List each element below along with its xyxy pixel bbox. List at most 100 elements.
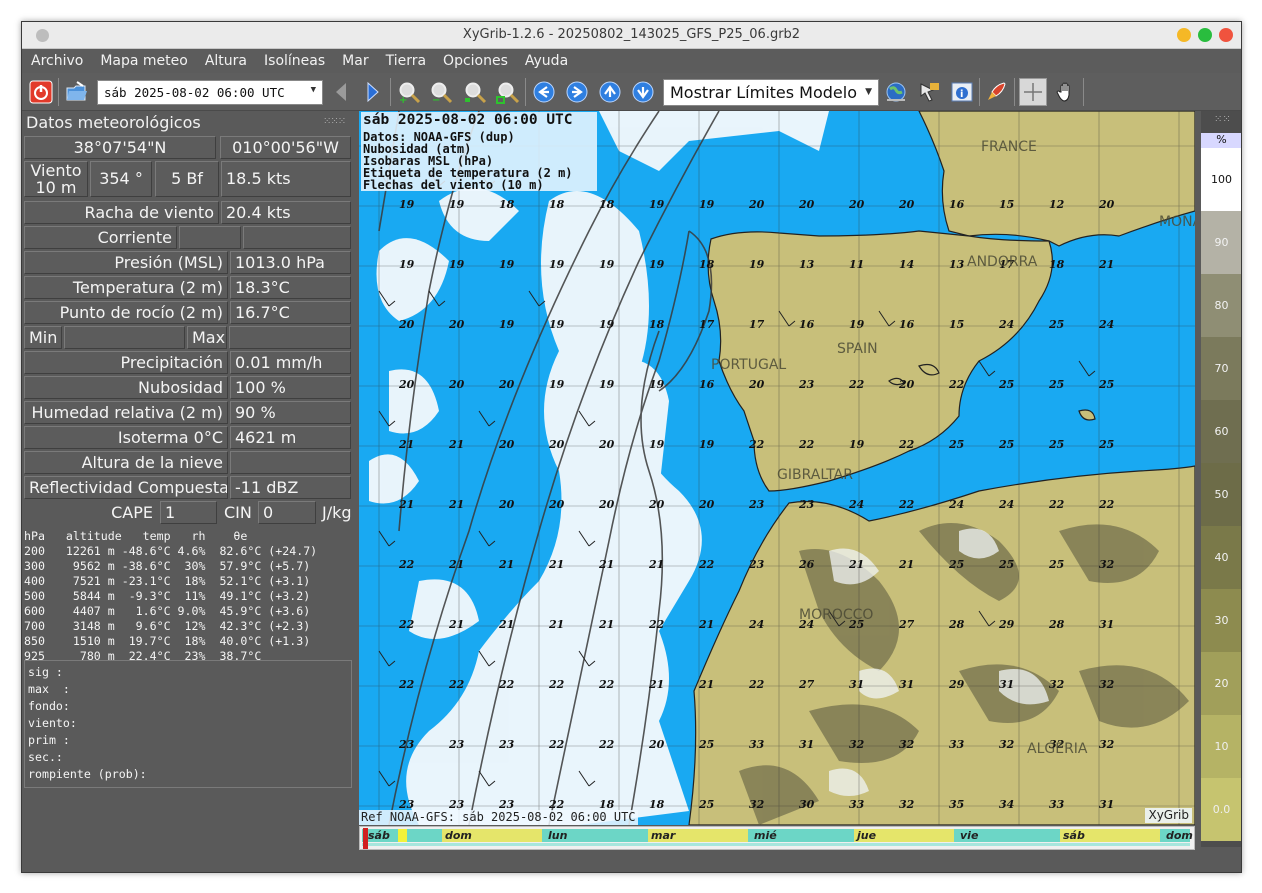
globe-icon[interactable] bbox=[883, 79, 909, 105]
svg-text:22: 22 bbox=[548, 678, 565, 691]
hand-icon[interactable] bbox=[1053, 79, 1079, 105]
place-label-andorra: ANDORRA bbox=[967, 254, 1038, 270]
time-slider[interactable]: sáb dom lun mar mié jue vie sáb dom bbox=[359, 826, 1195, 850]
humidity-value: 90 % bbox=[230, 401, 351, 424]
svg-text:21: 21 bbox=[498, 558, 514, 571]
title-bar: XyGrib-1.2.6 - 20250802_143025_GFS_P25_0… bbox=[22, 22, 1241, 49]
svg-text:32: 32 bbox=[899, 738, 915, 751]
svg-text:i: i bbox=[960, 89, 963, 100]
land-layer bbox=[707, 111, 1195, 492]
svg-text:25: 25 bbox=[948, 558, 964, 571]
scale-unit: % bbox=[1201, 133, 1241, 148]
menu-archivo[interactable]: Archivo bbox=[22, 53, 91, 69]
svg-text:22: 22 bbox=[398, 618, 415, 631]
svg-text:23: 23 bbox=[448, 738, 465, 751]
svg-text:20: 20 bbox=[548, 498, 565, 511]
svg-text:20: 20 bbox=[648, 738, 665, 751]
select-icon[interactable] bbox=[916, 79, 942, 105]
scale-band-10: 0.0 bbox=[1201, 778, 1241, 841]
svg-text:19: 19 bbox=[749, 258, 765, 271]
mode-select-value: Mostrar Límites Modelo bbox=[670, 83, 858, 102]
svg-text:11: 11 bbox=[849, 258, 864, 271]
menu-mapa-meteo[interactable]: Mapa meteo bbox=[91, 53, 196, 69]
scale-dock-icon[interactable]: ⁙⁙ bbox=[1214, 114, 1231, 125]
close-button[interactable] bbox=[1219, 28, 1233, 42]
svg-text:22: 22 bbox=[598, 738, 615, 751]
precip-value: 0.01 mm/h bbox=[230, 351, 351, 374]
svg-text:22: 22 bbox=[448, 678, 465, 691]
svg-text:23: 23 bbox=[748, 558, 765, 571]
place-label-portugal: PORTUGAL bbox=[711, 357, 786, 373]
svg-text:20: 20 bbox=[598, 438, 615, 451]
svg-text:19: 19 bbox=[849, 438, 865, 451]
map-legend: sáb 2025-08-02 06:00 UTC Datos: NOAA-GFS… bbox=[361, 112, 597, 191]
minimize-button[interactable] bbox=[1177, 28, 1191, 42]
isotherm-label: Isoterma 0°C bbox=[24, 426, 228, 449]
window-title: XyGrib-1.2.6 - 20250802_143025_GFS_P25_0… bbox=[462, 27, 801, 42]
svg-text:20: 20 bbox=[798, 198, 815, 211]
current-value-a bbox=[179, 226, 241, 249]
scale-band-6: 40 bbox=[1201, 526, 1241, 589]
info-icon[interactable]: i bbox=[949, 79, 975, 105]
zoom-all-icon[interactable] bbox=[495, 79, 521, 105]
dock-handle-icon[interactable]: ⁙⁙⁙ bbox=[323, 116, 346, 127]
zoom-fit-icon[interactable] bbox=[462, 79, 488, 105]
menu-opciones[interactable]: Opciones bbox=[434, 53, 516, 69]
power-icon[interactable] bbox=[28, 79, 54, 105]
humidity-label: Humedad relativa (2 m) bbox=[24, 401, 228, 424]
temperature-label: Temperatura (2 m) bbox=[24, 276, 228, 299]
pressure-row: Presión (MSL) 1013.0 hPa bbox=[22, 251, 355, 276]
pressure-value: 1013.0 hPa bbox=[230, 251, 351, 274]
weather-map[interactable]: 19 19 18 18 18 19 19 20 20 20 20 16 15 12 20 19 19 19 19 1… bbox=[359, 111, 1195, 825]
svg-text:32: 32 bbox=[1099, 678, 1115, 691]
zoom-out-icon[interactable]: − bbox=[428, 79, 454, 105]
up-icon[interactable] bbox=[597, 79, 623, 105]
svg-text:31: 31 bbox=[1099, 798, 1114, 811]
left-icon[interactable] bbox=[531, 79, 557, 105]
mode-select[interactable]: Mostrar Límites Modelo ▼ bbox=[663, 79, 879, 106]
current-label: Corriente bbox=[24, 226, 177, 249]
svg-text:30: 30 bbox=[799, 798, 815, 811]
cape-row: CAPE 1 CIN 0 J/kg bbox=[22, 501, 355, 526]
down-icon[interactable] bbox=[630, 79, 656, 105]
scale-band-5: 50 bbox=[1201, 463, 1241, 526]
menu-tierra[interactable]: Tierra bbox=[377, 53, 434, 69]
svg-text:27: 27 bbox=[898, 618, 915, 631]
dewpoint-row: Punto de rocío (2 m) 16.7°C bbox=[22, 301, 355, 326]
menu-ayuda[interactable]: Ayuda bbox=[516, 53, 576, 69]
svg-text:19: 19 bbox=[499, 318, 515, 331]
crosshair-icon[interactable] bbox=[1019, 78, 1047, 106]
menu-mar[interactable]: Mar bbox=[333, 53, 376, 69]
svg-text:18: 18 bbox=[499, 198, 515, 211]
menu-isolineas[interactable]: Isolíneas bbox=[255, 53, 333, 69]
zoom-in-icon[interactable]: + bbox=[396, 79, 422, 105]
prev-icon[interactable] bbox=[328, 79, 354, 105]
pressure-label: Presión (MSL) bbox=[24, 251, 228, 274]
right-icon[interactable] bbox=[564, 79, 590, 105]
svg-text:31: 31 bbox=[799, 738, 814, 751]
next-icon[interactable] bbox=[360, 79, 386, 105]
svg-text:19: 19 bbox=[649, 258, 665, 271]
svg-text:17: 17 bbox=[749, 318, 765, 331]
svg-text:25: 25 bbox=[1048, 558, 1064, 571]
reflectivity-value: -11 dBZ bbox=[230, 476, 351, 499]
menu-altura[interactable]: Altura bbox=[196, 53, 255, 69]
svg-text:23: 23 bbox=[798, 378, 815, 391]
svg-text:20: 20 bbox=[548, 438, 565, 451]
svg-text:32: 32 bbox=[899, 798, 915, 811]
svg-text:20: 20 bbox=[1098, 198, 1115, 211]
date-select[interactable]: sáb 2025-08-02 06:00 UTC ▼ bbox=[97, 80, 323, 105]
svg-text:20: 20 bbox=[448, 318, 465, 331]
open-file-icon[interactable] bbox=[64, 79, 90, 105]
chevron-down-icon: ▼ bbox=[310, 85, 316, 95]
panel-title: Datos meteorológicos bbox=[26, 113, 201, 132]
svg-text:24: 24 bbox=[998, 498, 1014, 511]
scale-band-9: 10 bbox=[1201, 715, 1241, 778]
map-canvas[interactable]: 19 19 18 18 18 19 19 20 20 20 20 16 15 12 20 19 19 19 19 1… bbox=[359, 111, 1195, 825]
svg-text:29: 29 bbox=[948, 678, 965, 691]
rocket-icon[interactable] bbox=[983, 79, 1009, 105]
isotherm-value: 4621 m bbox=[230, 426, 351, 449]
svg-text:20: 20 bbox=[898, 198, 915, 211]
svg-text:32: 32 bbox=[849, 738, 865, 751]
maximize-button[interactable] bbox=[1198, 28, 1212, 42]
